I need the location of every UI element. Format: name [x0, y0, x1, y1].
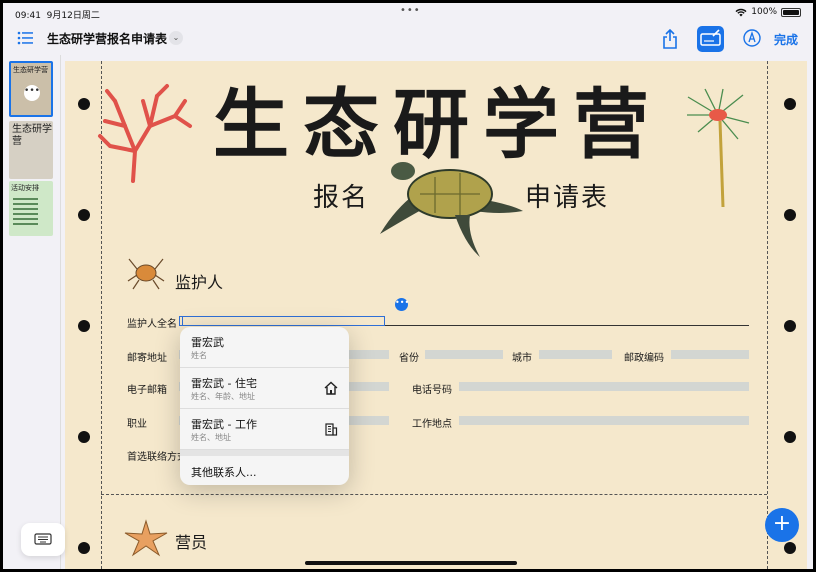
page-thumbnail-1[interactable]: 生态研学营 •••: [9, 61, 53, 117]
thumbnail-content: [13, 195, 49, 228]
form-page: 生态研学营 报名 申请表 监护人 监护人全名 ••• 邮寄地址 省份 城市 邮政…: [65, 61, 807, 569]
punch-hole: [784, 542, 796, 554]
pen-markup-icon[interactable]: [743, 29, 761, 47]
punch-hole: [784, 209, 796, 221]
more-icon[interactable]: •••: [24, 85, 40, 101]
chevron-down-icon[interactable]: ⌄: [169, 31, 183, 45]
punch-hole: [78, 98, 90, 110]
city-label: 城市: [512, 353, 532, 364]
email-label: 电子邮箱: [127, 385, 167, 396]
guardian-name-label: 监护人全名: [127, 319, 177, 330]
punch-hole: [784, 98, 796, 110]
add-button[interactable]: +: [765, 508, 799, 542]
wifi-icon: [735, 8, 747, 16]
page-thumbnail-2[interactable]: 生态研学营: [9, 121, 53, 179]
text-cursor: [182, 317, 183, 326]
option-title: 雷宏武: [191, 336, 224, 349]
ipad-screen: 09:41 9月12日周二 ••• 100% 生态研学营报名申请表 ⌄ 完成 生…: [3, 3, 813, 569]
page-thumbnails-sidebar: 生态研学营 ••• 生态研学营 活动安排: [3, 55, 61, 569]
city-field[interactable]: [539, 350, 612, 359]
document-title[interactable]: 生态研学营报名申请表: [47, 30, 167, 47]
status-bar: 09:41 9月12日周二 ••• 100%: [3, 3, 813, 23]
done-button[interactable]: 完成: [774, 31, 798, 48]
page-thumbnail-3[interactable]: 活动安排: [9, 181, 53, 236]
cut-line: [101, 494, 767, 495]
form-fill-button[interactable]: [697, 26, 724, 52]
thumbnail-label: 生态研学营: [13, 66, 48, 74]
keyboard-button[interactable]: [21, 523, 65, 556]
subtitle-right: 申请表: [525, 183, 610, 213]
home-indicator[interactable]: [305, 561, 517, 565]
autofill-option-home[interactable]: 雷宏武 - 住宅 姓名、年龄、地址: [180, 368, 349, 409]
mailing-address-label: 邮寄地址: [127, 353, 167, 364]
preferred-contact-label: 首选联络方式: [127, 452, 187, 463]
sea-turtle-illustration: [380, 162, 523, 257]
camper-heading: 营员: [175, 533, 208, 552]
province-label: 省份: [399, 353, 419, 364]
postal-code-field[interactable]: [671, 350, 749, 359]
form-fill-icon: [700, 29, 721, 46]
status-time: 09:41 9月12日周二: [15, 11, 100, 21]
phone-label: 电话号码: [412, 385, 452, 396]
anemone-illustration: [687, 88, 750, 208]
workplace-field[interactable]: [459, 416, 749, 425]
autofill-popup: 雷宏武 姓名 雷宏武 - 住宅 姓名、年龄、地址 雷宏武 - 工作 姓名、地址 …: [180, 327, 349, 485]
option-detail: 姓名、地址: [191, 433, 231, 442]
battery-percent: 100%: [751, 7, 777, 17]
subtitle-left: 报名: [313, 183, 370, 213]
workplace-label: 工作地点: [412, 419, 452, 430]
option-title: 雷宏武 - 工作: [191, 418, 257, 431]
punch-hole: [784, 431, 796, 443]
field-options-icon[interactable]: •••: [395, 298, 409, 311]
active-field-outline[interactable]: [179, 316, 385, 326]
guardian-heading: 监护人: [175, 273, 224, 292]
list-icon[interactable]: [17, 31, 33, 45]
house-icon: [324, 381, 338, 395]
punch-hole: [78, 320, 90, 332]
other-contacts-button[interactable]: 其他联系人...: [191, 464, 257, 480]
crab-illustration: [127, 258, 165, 290]
thumbnail-label: 生态研学营: [12, 124, 52, 147]
keyboard-icon: [34, 533, 52, 545]
option-title: 雷宏武 - 住宅: [191, 377, 257, 390]
punch-hole: [784, 320, 796, 332]
autofill-option-name[interactable]: 雷宏武 姓名: [180, 327, 349, 368]
starfish-illustration: [124, 519, 168, 557]
thumbnail-label: 活动安排: [11, 184, 39, 192]
share-icon[interactable]: [662, 29, 678, 49]
building-icon: [325, 423, 338, 436]
province-field[interactable]: [425, 350, 503, 359]
autofill-option-work[interactable]: 雷宏武 - 工作 姓名、地址: [180, 409, 349, 450]
punch-hole: [78, 209, 90, 221]
battery-icon: [781, 7, 801, 17]
punch-hole: [78, 542, 90, 554]
option-detail: 姓名: [191, 351, 207, 360]
multitasking-dots[interactable]: •••: [400, 5, 421, 16]
punch-hole: [78, 431, 90, 443]
status-right: 100%: [735, 7, 801, 17]
occupation-label: 职业: [127, 419, 147, 430]
postal-code-label: 邮政编码: [624, 353, 664, 364]
coral-illustration: [98, 84, 192, 183]
option-detail: 姓名、年龄、地址: [191, 392, 255, 401]
popup-separator: [180, 450, 349, 456]
toolbar: 生态研学营报名申请表 ⌄ 完成: [3, 23, 813, 55]
phone-field[interactable]: [459, 382, 749, 391]
cut-line: [767, 61, 768, 569]
